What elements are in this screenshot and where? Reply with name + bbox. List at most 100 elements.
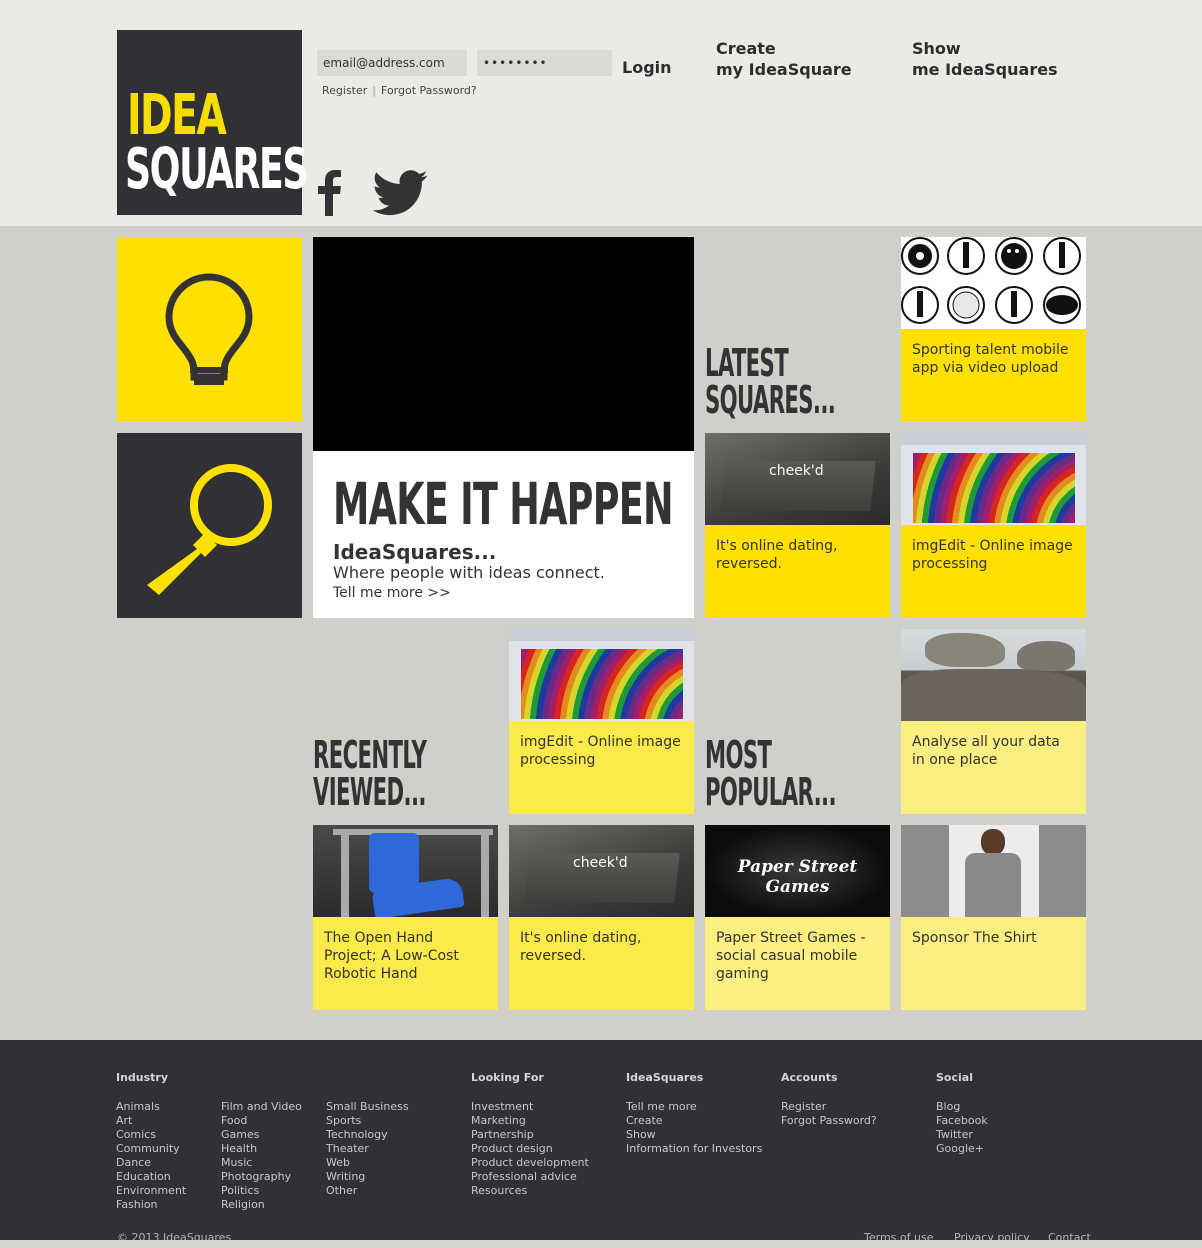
rock-shape [901,669,1086,721]
footer-link[interactable]: Partnership [471,1128,589,1142]
footer-link[interactable]: Google+ [936,1142,988,1156]
footer-link[interactable]: Community [116,1142,186,1156]
rock-shape [925,633,1005,667]
heading-line: MOST [705,733,772,777]
footer-link[interactable]: Comics [116,1128,186,1142]
footer-link[interactable]: Environment [116,1184,186,1198]
idea-card[interactable]: cheek'd It's online dating, reversed. [705,433,890,618]
footer-link[interactable]: Investment [471,1100,589,1114]
footer-link[interactable]: Fashion [116,1198,186,1212]
footer-link[interactable]: Dance [116,1156,186,1170]
footer-link[interactable]: Register [781,1100,877,1114]
footer-link[interactable]: Religion [221,1198,302,1212]
footer-link[interactable]: Facebook [936,1114,988,1128]
email-field[interactable] [317,50,467,76]
footer-link[interactable]: Film and Video [221,1100,302,1114]
hero-tagline: Where people with ideas connect. [333,563,605,582]
idea-card[interactable]: The Open Hand Project; A Low-Cost Roboti… [313,825,498,1010]
idea-title: Paper Street Games - social casual mobil… [705,917,890,1010]
footer-link[interactable]: Art [116,1114,186,1128]
hero-video[interactable] [313,237,694,451]
heading-line: POPULAR... [705,770,837,814]
latest-squares-heading: LATEST SQUARES... [705,341,836,419]
password-field[interactable] [477,50,612,76]
register-link[interactable]: Register [322,84,367,97]
twitter-icon[interactable] [372,170,428,216]
heading-line: VIEWED... [313,770,426,814]
heading-line: LATEST [705,341,789,385]
idea-card[interactable]: Analyse all your data in one place [901,629,1086,814]
footer-link[interactable]: Product design [471,1142,589,1156]
facebook-icon[interactable] [316,168,342,216]
idea-card[interactable]: Sponsor The Shirt [901,825,1086,1010]
auth-links: Register | Forgot Password? [322,84,477,97]
footer-link[interactable]: Marketing [471,1114,589,1128]
footer-link[interactable]: Tell me more [626,1100,762,1114]
rainbow-image [521,649,683,719]
idea-title: It's online dating, reversed. [509,917,694,1010]
footer-link[interactable]: Professional advice [471,1170,589,1184]
hero-site-name: IdeaSquares... [333,540,497,564]
most-popular-heading: MOST POPULAR... [705,733,837,814]
footer-link[interactable]: Theater [326,1142,409,1156]
forgot-password-link[interactable]: Forgot Password? [381,84,477,97]
footer-link[interactable]: Create [626,1114,762,1128]
footer-link[interactable]: Web [326,1156,409,1170]
idea-title: Sponsor The Shirt [901,917,1086,1010]
idea-thumbnail [313,825,498,917]
footer-social: Social Blog Facebook Twitter Google+ [936,1071,988,1156]
idea-card[interactable]: imgEdit - Online image processing [901,433,1086,618]
footer-industry: Industry Animals Art Comics Community Da… [116,1071,186,1212]
idea-thumbnail [901,825,1086,917]
footer-link[interactable]: Music [221,1156,302,1170]
show-me-ideasquares-link[interactable]: Show me IdeaSquares [912,38,1058,80]
footer-link[interactable]: Education [116,1170,186,1184]
ideasquares-logo[interactable]: IDEA SQUARES [117,30,308,215]
rainbow-image [913,453,1075,523]
footer-link[interactable]: Small Business [326,1100,409,1114]
hero-panel: MAKE IT HAPPEN IdeaSquares... Where peop… [313,237,694,618]
recently-viewed-heading: RECENTLY VIEWED... [313,736,427,814]
footer-link[interactable]: Product development [471,1156,589,1170]
footer-link[interactable]: Health [221,1142,302,1156]
create-my-ideasquare-link[interactable]: Create my IdeaSquare [716,38,852,80]
cheekd-logo-text: cheek'd [769,463,824,479]
logo-line-1: IDEA [127,83,227,148]
footer-heading: Industry [116,1071,169,1084]
idea-card[interactable]: imgEdit - Online image processing [509,629,694,814]
footer-link[interactable]: Games [221,1128,302,1142]
idea-card[interactable]: Paper Street Games Paper Street Games - … [705,825,890,1010]
frame-bar [341,831,349,917]
idea-title: imgEdit - Online image processing [509,721,694,814]
footer-link[interactable]: Other [326,1184,409,1198]
footer-link[interactable]: Twitter [936,1128,988,1142]
idea-title: Analyse all your data in one place [901,721,1086,814]
tell-me-more-link[interactable]: Tell me more >> [333,585,451,601]
footer-link[interactable]: Photography [221,1170,302,1184]
footer-link[interactable]: Food [221,1114,302,1128]
footer-link[interactable]: Resources [471,1184,589,1198]
create-line-2: my IdeaSquare [716,60,852,79]
footer-link[interactable]: Animals [116,1100,186,1114]
footer-link[interactable]: Technology [326,1128,409,1142]
footer-link[interactable]: Writing [326,1170,409,1184]
footer-link[interactable]: Sports [326,1114,409,1128]
footer-link[interactable]: Forgot Password? [781,1114,877,1128]
create-idea-tile[interactable] [117,237,302,422]
cheekd-logo-text: cheek'd [573,855,628,871]
search-ideas-tile[interactable] [117,433,302,618]
sports-icons-image [901,237,1081,324]
idea-card[interactable]: Sporting talent mobile app via video upl… [901,237,1086,422]
footer-industry-col3: Small Business Sports Technology Theater… [326,1100,409,1198]
footer-link[interactable]: Politics [221,1184,302,1198]
idea-thumbnail: cheek'd [509,825,694,917]
person-head [981,829,1005,855]
idea-card[interactable]: cheek'd It's online dating, reversed. [509,825,694,1010]
footer-link[interactable]: Show [626,1128,762,1142]
footer-link[interactable]: Blog [936,1100,988,1114]
footer-link[interactable]: Information for Investors [626,1142,762,1156]
idea-title: Sporting talent mobile app via video upl… [901,329,1086,422]
login-button[interactable]: Login [622,58,672,77]
footer-heading: Social [936,1071,973,1084]
idea-thumbnail [901,433,1086,525]
